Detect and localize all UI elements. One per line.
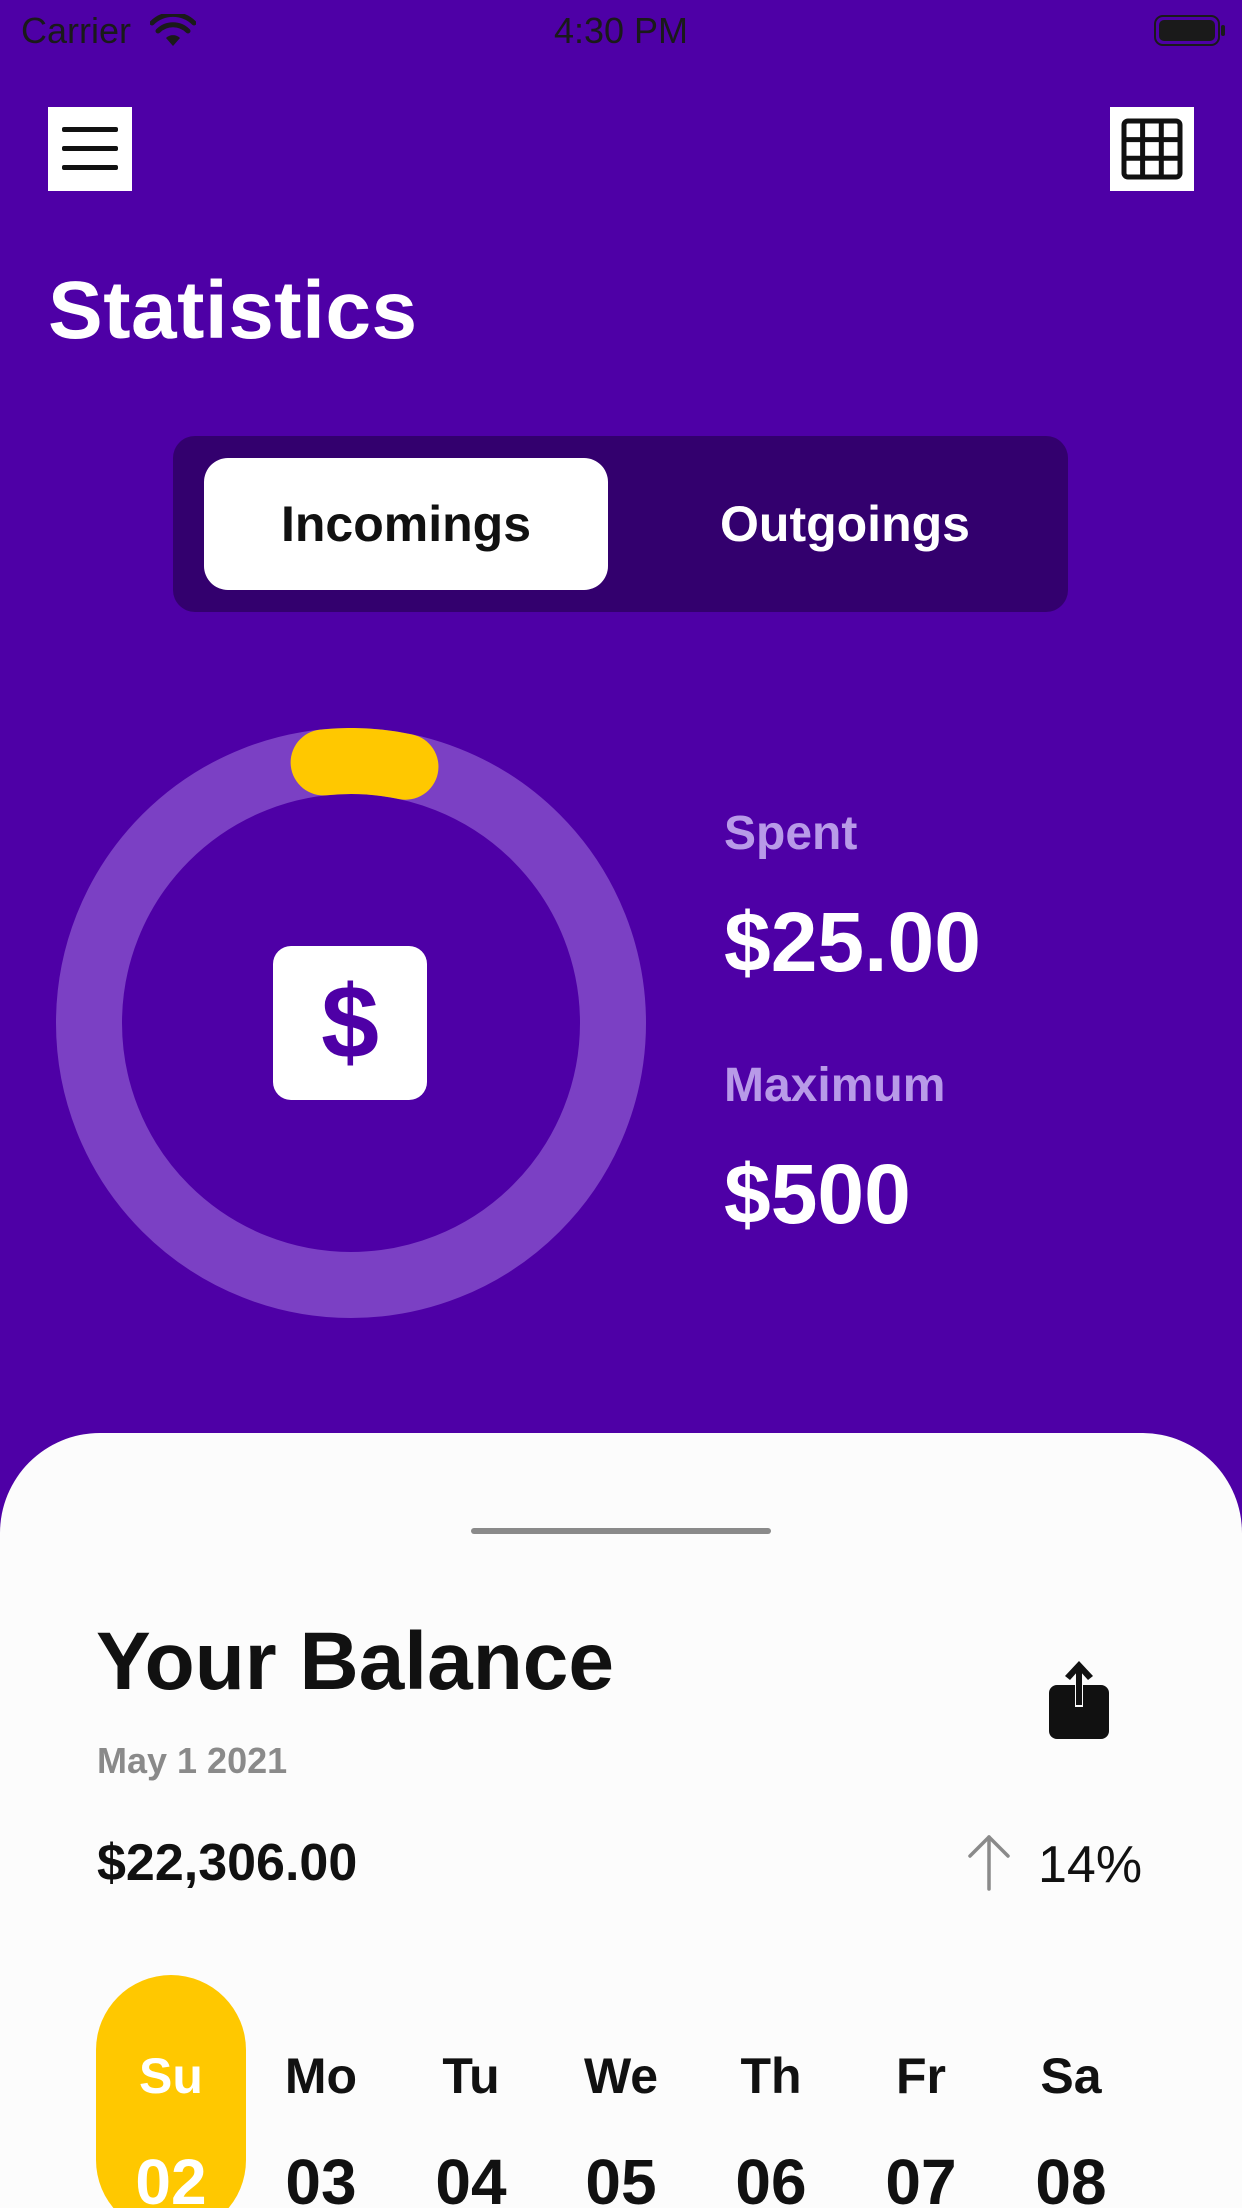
tab-outgoings[interactable]: Outgoings xyxy=(643,458,1047,590)
spent-value: $25.00 xyxy=(724,895,981,989)
day-name: Su xyxy=(139,2048,203,2104)
day-picker: Su 02 Mo 03 Tu 04 We 05 Th 06 Fr 07 Sa 0… xyxy=(96,1975,1146,2208)
day-number: 02 xyxy=(135,2146,207,2208)
balance-amount: $22,306.00 xyxy=(97,1834,358,1892)
status-time: 4:30 PM xyxy=(553,10,689,51)
day-name: Fr xyxy=(896,2048,946,2104)
day-number: 03 xyxy=(285,2146,357,2208)
tab-incomings[interactable]: Incomings xyxy=(204,458,608,590)
day-number: 04 xyxy=(435,2146,507,2208)
segmented-control: Incomings Outgoings xyxy=(173,436,1068,612)
day-item[interactable]: Su 02 xyxy=(96,1975,246,2208)
balance-sheet: Your Balance May 1 2021 $22,306.00 14% S… xyxy=(0,1433,1242,2208)
day-item[interactable]: Mo 03 xyxy=(246,1975,396,2208)
day-item[interactable]: Th 06 xyxy=(696,1975,846,2208)
day-name: We xyxy=(583,2048,659,2104)
spent-label: Spent xyxy=(724,807,858,860)
balance-date: May 1 2021 xyxy=(97,1740,288,1781)
day-number: 06 xyxy=(735,2146,807,2208)
day-name: Tu xyxy=(442,2048,500,2104)
day-item[interactable]: Tu 04 xyxy=(396,1975,546,2208)
arrow-up-icon xyxy=(968,1835,1010,1891)
menu-button[interactable] xyxy=(48,107,132,191)
day-number: 07 xyxy=(885,2146,957,2208)
day-number: 05 xyxy=(585,2146,657,2208)
day-item[interactable]: Fr 07 xyxy=(846,1975,996,2208)
hamburger-icon xyxy=(62,127,118,170)
grid-button[interactable] xyxy=(1110,107,1194,191)
day-item[interactable]: We 05 xyxy=(546,1975,696,2208)
day-item[interactable]: Sa 08 xyxy=(996,1975,1146,2208)
status-bar: Carrier 4:30 PM xyxy=(0,0,1242,62)
dollar-icon: $ xyxy=(273,946,427,1100)
day-name: Mo xyxy=(284,2048,358,2104)
battery-icon xyxy=(1154,15,1225,46)
day-name: Sa xyxy=(1040,2048,1102,2104)
sheet-grabber[interactable] xyxy=(471,1528,771,1534)
maximum-label: Maximum xyxy=(724,1059,946,1112)
day-number: 08 xyxy=(1035,2146,1107,2208)
share-icon[interactable] xyxy=(1045,1659,1113,1741)
balance-title: Your Balance xyxy=(96,1616,614,1707)
maximum-value: $500 xyxy=(724,1147,911,1241)
grid-icon xyxy=(1121,118,1183,180)
day-name: Th xyxy=(740,2048,802,2104)
change-percent: 14% xyxy=(1038,1836,1143,1894)
page-title: Statistics xyxy=(48,265,418,356)
